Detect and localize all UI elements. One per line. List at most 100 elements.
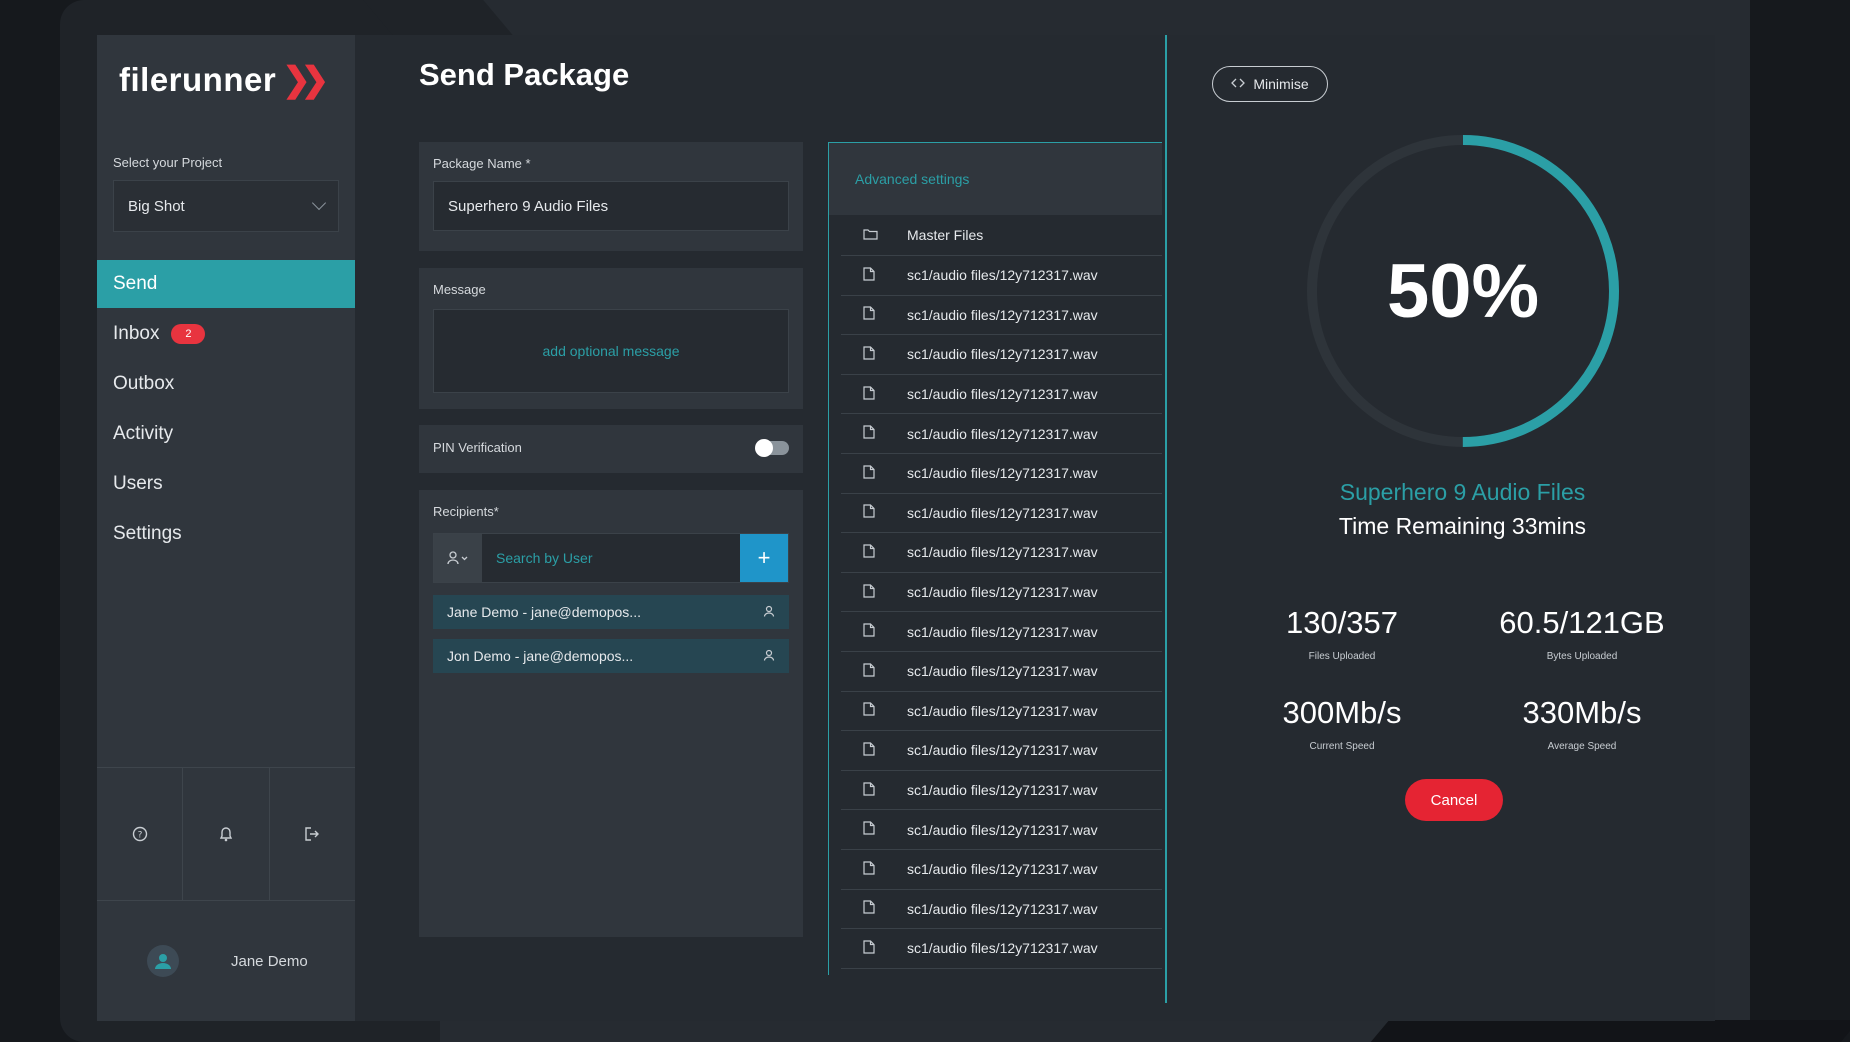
- project-select[interactable]: Big Shot: [113, 180, 339, 232]
- file-path: sc1/audio files/12y712317.wav: [907, 782, 1098, 799]
- package-name-card: Package Name * Superhero 9 Audio Files: [419, 142, 803, 251]
- sidebar-item-label: Users: [113, 473, 163, 494]
- file-row[interactable]: sc1/audio files/12y712317.wav: [841, 890, 1162, 930]
- file-row[interactable]: sc1/audio files/12y712317.wav: [841, 256, 1162, 296]
- sidebar-item-label: Activity: [113, 423, 174, 444]
- progress-percent: 50%: [1386, 248, 1540, 334]
- sidebar-item-inbox[interactable]: Inbox 2: [97, 310, 355, 358]
- sidebar-item-users[interactable]: Users: [97, 460, 355, 508]
- chevron-down-icon: [311, 195, 327, 211]
- stat-average-speed: 330Mb/s Average Speed: [1462, 695, 1702, 752]
- file-row[interactable]: sc1/audio files/12y712317.wav: [841, 296, 1162, 336]
- bell-icon[interactable]: [183, 768, 270, 900]
- project-select-label: Select your Project: [113, 155, 223, 170]
- file-path: sc1/audio files/12y712317.wav: [907, 346, 1098, 363]
- user-profile[interactable]: Jane Demo: [97, 901, 355, 1021]
- file-row[interactable]: sc1/audio files/12y712317.wav: [841, 454, 1162, 494]
- file-icon: [863, 663, 877, 680]
- file-row[interactable]: sc1/audio files/12y712317.wav: [841, 692, 1162, 732]
- file-row[interactable]: sc1/audio files/12y712317.wav: [841, 850, 1162, 890]
- file-icon: [863, 623, 877, 640]
- stat-value: 300Mb/s: [1282, 695, 1402, 730]
- svg-text:?: ?: [137, 831, 142, 841]
- file-list-panel: Advanced settings Master Files sc1/audio…: [828, 142, 1162, 975]
- plus-icon: +: [757, 545, 771, 570]
- file-row[interactable]: sc1/audio files/12y712317.wav: [841, 731, 1162, 771]
- package-name-input[interactable]: Superhero 9 Audio Files: [433, 181, 789, 231]
- app-window: filerunner ❯❯ Select your Project Big Sh…: [97, 35, 1715, 1021]
- sidebar-item-label: Settings: [113, 523, 182, 544]
- file-row[interactable]: sc1/audio files/12y712317.wav: [841, 573, 1162, 613]
- file-row[interactable]: sc1/audio files/12y712317.wav: [841, 652, 1162, 692]
- sidebar-utility-bar: ?: [97, 767, 355, 901]
- file-icon: [863, 702, 877, 719]
- file-row[interactable]: sc1/audio files/12y712317.wav: [841, 771, 1162, 811]
- help-icon[interactable]: ?: [97, 768, 184, 900]
- stat-label: Average Speed: [1547, 741, 1617, 752]
- file-path: sc1/audio files/12y712317.wav: [907, 306, 1098, 323]
- pin-verification-label: PIN Verification: [433, 440, 522, 455]
- background-shape-bottom: [1370, 1020, 1850, 1042]
- file-row[interactable]: sc1/audio files/12y712317.wav: [841, 494, 1162, 534]
- file-path: sc1/audio files/12y712317.wav: [907, 584, 1098, 601]
- collapse-arrows-icon: [1231, 78, 1246, 91]
- recipients-label: Recipients*: [433, 504, 499, 519]
- file-row[interactable]: sc1/audio files/12y712317.wav: [841, 810, 1162, 850]
- file-row[interactable]: sc1/audio files/12y712317.wav: [841, 612, 1162, 652]
- file-icon: [863, 781, 877, 799]
- search-user-input[interactable]: Search by User: [482, 534, 740, 582]
- user-type-dropdown[interactable]: [434, 534, 482, 582]
- file-row[interactable]: sc1/audio files/12y712317.wav: [841, 375, 1162, 415]
- recipient-item[interactable]: Jon Demo - jane@demopos...: [433, 639, 789, 673]
- advanced-settings-toggle[interactable]: Advanced settings: [829, 143, 1162, 215]
- file-path: sc1/audio files/12y712317.wav: [907, 425, 1098, 442]
- file-path: sc1/audio files/12y712317.wav: [907, 900, 1098, 917]
- add-recipient-button[interactable]: +: [740, 534, 788, 582]
- logo-text: filerunner: [119, 61, 277, 98]
- folder-row[interactable]: Master Files: [841, 215, 1162, 256]
- pin-verification-card: PIN Verification: [419, 425, 803, 473]
- message-card: Message add optional message: [419, 268, 803, 409]
- logo[interactable]: filerunner ❯❯: [97, 35, 355, 125]
- logout-icon[interactable]: [270, 768, 355, 900]
- file-icon: [863, 861, 877, 878]
- package-name-label: Package Name *: [433, 156, 531, 171]
- cancel-button[interactable]: Cancel: [1405, 779, 1503, 821]
- file-row[interactable]: sc1/audio files/12y712317.wav: [841, 335, 1162, 375]
- file-icon: [863, 583, 877, 601]
- message-label: Message: [433, 282, 486, 297]
- sidebar-item-outbox[interactable]: Outbox: [97, 360, 355, 408]
- sidebar-item-send[interactable]: Send: [97, 260, 355, 308]
- pin-verification-toggle[interactable]: [755, 438, 789, 457]
- recipient-label: Jane Demo - jane@demopos...: [447, 604, 641, 620]
- sidebar-item-label: Inbox: [113, 323, 160, 344]
- avatar: [147, 945, 179, 977]
- file-path: sc1/audio files/12y712317.wav: [907, 821, 1098, 838]
- send-package-form: Send Package Package Name * Superhero 9 …: [355, 35, 1175, 1021]
- stat-files-uploaded: 130/357 Files Uploaded: [1222, 605, 1462, 662]
- file-row[interactable]: sc1/audio files/12y712317.wav: [841, 929, 1162, 969]
- stat-label: Bytes Uploaded: [1546, 651, 1618, 662]
- stat-value: 330Mb/s: [1522, 695, 1642, 730]
- message-input[interactable]: add optional message: [433, 309, 789, 393]
- file-row[interactable]: sc1/audio files/12y712317.wav: [841, 414, 1162, 454]
- recipient-item[interactable]: Jane Demo - jane@demopos...: [433, 595, 789, 629]
- sidebar: filerunner ❯❯ Select your Project Big Sh…: [97, 35, 355, 1021]
- file-row[interactable]: sc1/audio files/12y712317.wav: [841, 533, 1162, 573]
- file-path: sc1/audio files/12y712317.wav: [907, 504, 1098, 521]
- file-rows: sc1/audio files/12y712317.wav sc1/audio f…: [829, 256, 1162, 969]
- minimise-button[interactable]: Minimise: [1212, 66, 1328, 102]
- sidebar-item-label: Outbox: [113, 373, 175, 394]
- panel-divider: [1165, 35, 1167, 1003]
- file-icon: [863, 940, 877, 957]
- file-icon: [863, 346, 877, 363]
- stat-bytes-uploaded: 60.5/121GB Bytes Uploaded: [1462, 605, 1702, 662]
- sidebar-item-activity[interactable]: Activity: [97, 410, 355, 458]
- file-path: sc1/audio files/12y712317.wav: [907, 663, 1098, 680]
- sidebar-item-settings[interactable]: Settings: [97, 510, 355, 558]
- file-path: sc1/audio files/12y712317.wav: [907, 702, 1098, 719]
- folder-icon: [863, 227, 878, 243]
- file-path: sc1/audio files/12y712317.wav: [907, 465, 1098, 482]
- file-path: sc1/audio files/12y712317.wav: [907, 742, 1098, 759]
- sidebar-nav: Send Inbox 2 Outbox Activity Users Setti…: [97, 260, 355, 560]
